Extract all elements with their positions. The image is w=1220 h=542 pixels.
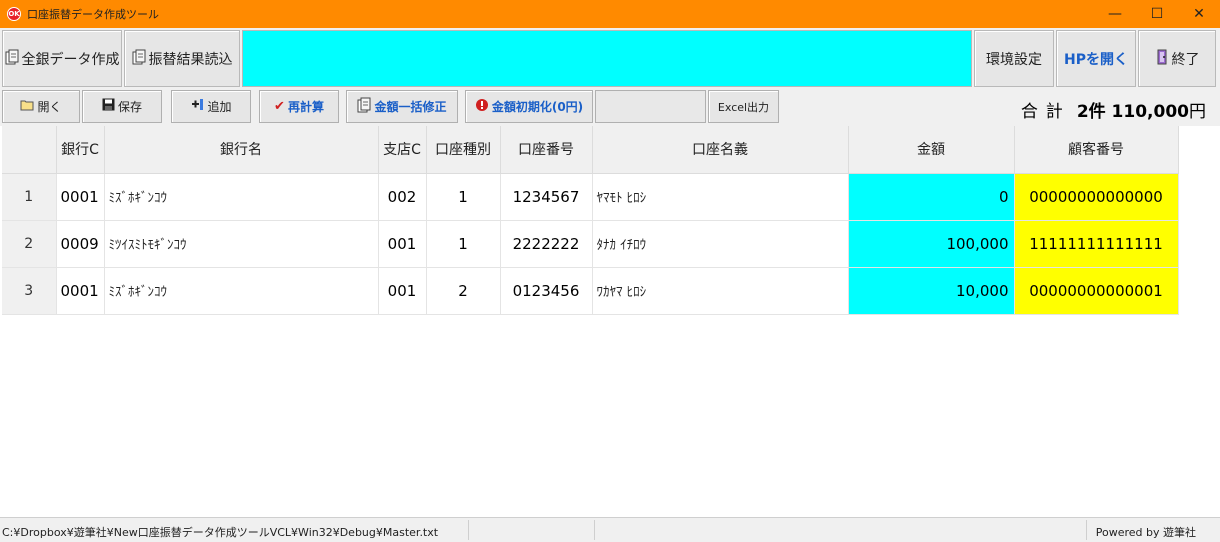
recalc-button[interactable]: ✔ 再計算 [259,90,339,123]
total-label: 合計 [1020,102,1071,122]
settings-label: 環境設定 [986,51,1042,68]
info-panel [242,30,972,87]
cell-customer-number[interactable]: 00000000000000 [1014,173,1179,221]
window-title: 口座振替データ作成ツール [27,8,159,21]
cell-account-type[interactable]: 1 [426,220,501,268]
top-toolbar: 全銀データ作成 振替結果読込 環境設定 HPを開く 終了 [0,28,1220,88]
reset-icon [475,98,489,116]
cell-bank-code[interactable]: 0001 [56,173,105,221]
header-account-holder[interactable]: 口座名義 [592,126,849,174]
folder-icon [20,99,34,115]
cell-account-type[interactable]: 2 [426,267,501,315]
table-row[interactable]: 2 0009 ﾐﾂｲｽﾐﾄﾓｷﾞﾝｺｳ 001 1 2222222 ﾀﾅｶ ｲﾁ… [2,220,1179,268]
reset-amount-label: 金額初期化(0円) [491,100,584,114]
table-row[interactable]: 1 0001 ﾐｽﾞﾎｷﾞﾝｺｳ 002 1 1234567 ﾔﾏﾓﾄ ﾋﾛｼ … [2,173,1179,221]
open-label: 開く [37,100,62,114]
cell-bank-code[interactable]: 0009 [56,220,105,268]
cell-account-holder[interactable]: ﾀﾅｶ ｲﾁﾛｳ [592,220,849,268]
open-hp-label: HPを開く [1064,51,1128,68]
all-bank-data-label: 全銀データ作成 [21,51,120,68]
read-results-button[interactable]: 振替結果読込 [124,30,240,87]
row-number[interactable]: 2 [2,220,57,268]
bulk-edit-label: 金額一括修正 [374,100,447,114]
cell-branch-code[interactable]: 001 [378,220,427,268]
header-branch-code[interactable]: 支店C [378,126,427,174]
cell-customer-number[interactable]: 11111111111111 [1014,220,1179,268]
cell-account-type[interactable]: 1 [426,173,501,221]
cell-bank-code[interactable]: 0001 [56,267,105,315]
open-hp-button[interactable]: HPを開く [1056,30,1136,87]
cell-branch-code[interactable]: 001 [378,267,427,315]
row-number[interactable]: 1 [2,173,57,221]
document-icon [5,49,19,69]
cell-account-number[interactable]: 1234567 [500,173,593,221]
exit-button[interactable]: 終了 [1138,30,1216,87]
excel-export-button[interactable]: Excel出力 [708,90,779,123]
status-divider [468,520,469,540]
total-summary: 合計 2件 110,000 円 [1021,97,1206,122]
read-results-label: 振替結果読込 [148,51,233,68]
exit-label: 終了 [1171,51,1200,68]
table-header-row: 銀行C 銀行名 支店C 口座種別 口座番号 口座名義 金額 顧客番号 [2,126,1179,174]
maximize-button[interactable]: ☐ [1136,0,1178,28]
cell-amount[interactable]: 100,000 [848,220,1015,268]
cell-bank-name[interactable]: ﾐｽﾞﾎｷﾞﾝｺｳ [104,267,379,315]
checkmark-icon: ✔ [274,99,285,114]
bulk-edit-button[interactable]: 金額一括修正 [346,90,458,123]
transfer-table: 銀行C 銀行名 支店C 口座種別 口座番号 口座名義 金額 顧客番号 1 000… [2,126,1179,315]
reset-amount-button[interactable]: 金額初期化(0円) [465,90,593,123]
status-divider [594,520,595,540]
title-bar: OK 口座振替データ作成ツール — ☐ ✕ [0,0,1220,28]
status-divider [1086,520,1087,540]
cell-account-holder[interactable]: ﾔﾏﾓﾄ ﾋﾛｼ [592,173,849,221]
header-account-type[interactable]: 口座種別 [426,126,501,174]
table-row[interactable]: 3 0001 ﾐｽﾞﾎｷﾞﾝｺｳ 001 2 0123456 ﾜｶﾔﾏ ﾋﾛｼ … [2,267,1179,315]
cell-bank-name[interactable]: ﾐﾂｲｽﾐﾄﾓｷﾞﾝｺｳ [104,220,379,268]
header-bank-name[interactable]: 銀行名 [104,126,379,174]
header-row-number [2,126,57,174]
document-icon [132,49,146,69]
status-powered-by: Powered by 遊筆社 [1095,526,1196,539]
header-account-number[interactable]: 口座番号 [500,126,593,174]
cell-amount[interactable]: 0 [848,173,1015,221]
blank-toolbar-slot [595,90,706,123]
header-amount[interactable]: 金額 [848,126,1015,174]
settings-button[interactable]: 環境設定 [974,30,1054,87]
cell-branch-code[interactable]: 002 [378,173,427,221]
floppy-icon [102,98,115,115]
save-button[interactable]: 保存 [82,90,162,123]
add-icon [190,98,204,115]
excel-export-label: Excel出力 [717,100,770,114]
status-file-path: C:¥Dropbox¥遊筆社¥New口座振替データ作成ツールVCL¥Win32¥… [2,526,439,539]
app-icon: OK [7,7,21,21]
cell-customer-number[interactable]: 00000000000001 [1014,267,1179,315]
save-label: 保存 [117,100,142,114]
all-bank-data-button[interactable]: 全銀データ作成 [2,30,122,87]
open-button[interactable]: 開く [2,90,80,123]
door-icon [1155,49,1169,69]
cell-amount[interactable]: 10,000 [848,267,1015,315]
close-button[interactable]: ✕ [1178,0,1220,28]
cell-bank-name[interactable]: ﾐｽﾞﾎｷﾞﾝｺｳ [104,173,379,221]
row-number[interactable]: 3 [2,267,57,315]
add-button[interactable]: 追加 [171,90,251,123]
cell-account-number[interactable]: 2222222 [500,220,593,268]
action-toolbar: 開く 保存 追加 ✔ 再計算 金額一括修正 金額初期化(0円) Excel出力 … [0,88,1220,126]
status-bar: C:¥Dropbox¥遊筆社¥New口座振替データ作成ツールVCL¥Win32¥… [0,517,1220,542]
header-bank-code[interactable]: 銀行C [56,126,105,174]
total-unit: 円 [1189,102,1206,122]
window-controls: — ☐ ✕ [1094,0,1220,28]
data-grid: 銀行C 銀行名 支店C 口座種別 口座番号 口座名義 金額 顧客番号 1 000… [0,126,1220,517]
header-customer-number[interactable]: 顧客番号 [1014,126,1179,174]
recalc-label: 再計算 [287,100,324,114]
minimize-button[interactable]: — [1094,0,1136,28]
total-value: 2件 110,000 [1076,102,1189,122]
document-icon [357,97,371,117]
cell-account-holder[interactable]: ﾜｶﾔﾏ ﾋﾛｼ [592,267,849,315]
cell-account-number[interactable]: 0123456 [500,267,593,315]
add-label: 追加 [207,100,232,114]
